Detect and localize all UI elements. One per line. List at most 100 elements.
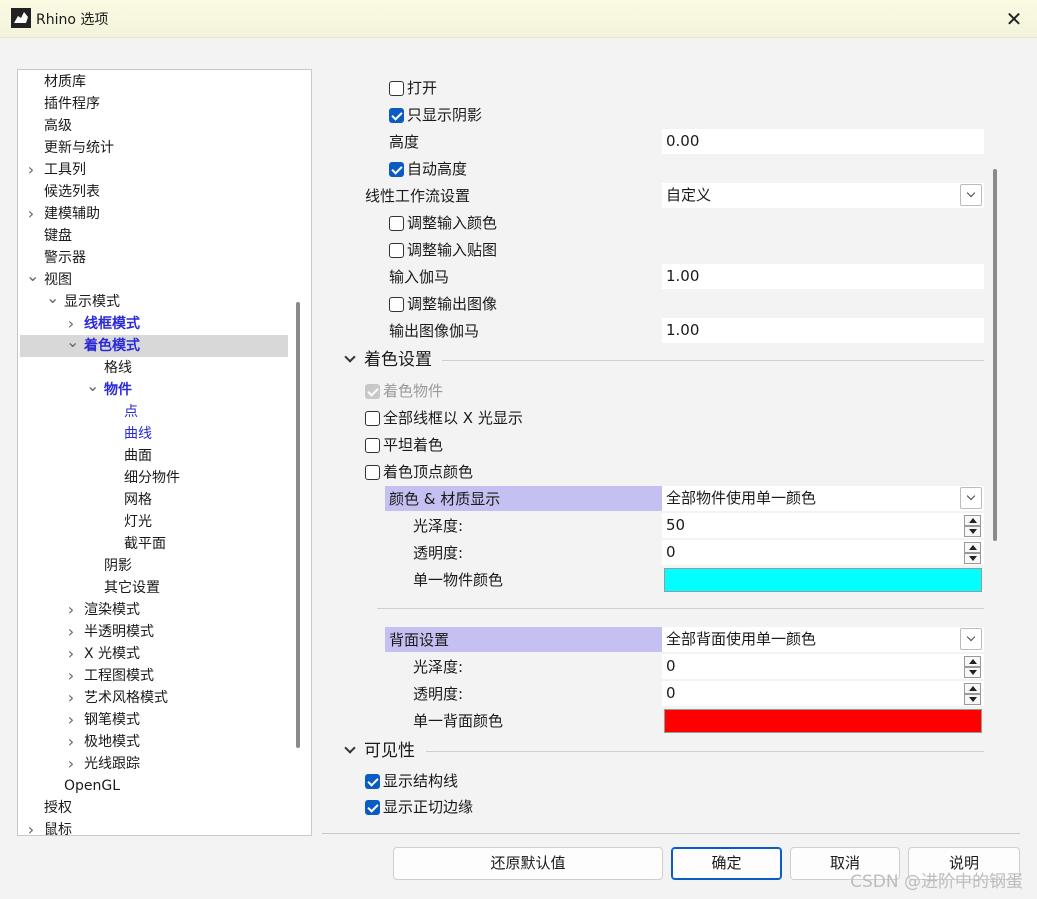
flat-shading-checkbox[interactable] [365,438,380,453]
gloss-field[interactable]: 50 [662,513,984,538]
chevron-right-icon[interactable]: › [66,731,76,753]
linear-workflow-select[interactable]: 自定义 [662,183,984,208]
open-checkbox[interactable] [389,81,404,96]
spin-down-icon[interactable] [964,553,981,564]
spin-down-icon[interactable] [964,667,981,678]
visibility-section-header[interactable]: 可见性 [364,738,415,764]
chevron-right-icon[interactable]: › [26,203,36,225]
panel-scrollbar[interactable] [993,169,997,541]
input-gamma-field[interactable]: 1.00 [662,264,984,289]
auto-height-checkbox[interactable] [389,162,404,177]
chevron-down-icon[interactable]: ⌄ [66,334,79,357]
options-tree[interactable]: 材质库 插件程序 高级 更新与统计 › 工具列 候选列表 › 建模辅助 键盘 警示器 ⌄ 视图 ⌄ 显示模式… [17,69,312,836]
tree-item[interactable]: 阴影 [104,555,132,577]
tree-item[interactable]: 渲染模式 [84,599,140,621]
tree-scrollbar[interactable] [296,302,300,748]
chevron-right-icon[interactable]: › [26,819,36,835]
tree-item[interactable]: 建模辅助 [44,203,100,225]
back-transparency-spinner[interactable] [964,683,981,705]
spin-down-icon[interactable] [964,526,981,537]
tree-item[interactable]: 显示模式 [64,291,120,313]
chevron-down-icon[interactable]: ⌄ [26,268,39,291]
chevron-right-icon[interactable]: › [66,599,76,621]
tree-item[interactable]: 键盘 [44,225,72,247]
restore-defaults-button[interactable]: 还原默认值 [393,847,663,880]
back-transparency-field[interactable]: 0 [662,681,984,706]
spin-down-icon[interactable] [964,694,981,705]
color-material-label: 颜色 & 材质显示 [389,490,501,508]
vertex-colors-checkbox[interactable] [365,465,380,480]
single-object-color-swatch[interactable] [664,568,982,592]
tree-item[interactable]: 高级 [44,115,72,137]
adjust-output-image-checkbox[interactable] [389,297,404,312]
tree-item[interactable]: 半透明模式 [84,621,154,643]
tree-item[interactable]: 材质库 [44,71,86,93]
tree-item[interactable]: 工具列 [44,159,86,181]
chevron-down-icon[interactable] [960,184,982,206]
single-back-color-swatch[interactable] [664,709,982,733]
backface-select[interactable]: 全部背面使用单一颜色 [662,627,984,652]
tree-item[interactable]: 线框模式 [84,313,140,335]
chevron-down-icon[interactable] [960,487,982,509]
chevron-right-icon[interactable]: › [66,687,76,709]
tree-item[interactable]: 灯光 [124,511,152,533]
color-material-select[interactable]: 全部物件使用单一颜色 [662,486,984,511]
back-color-label: 单一背面颜色 [413,712,504,730]
gloss-spinner[interactable] [964,515,981,537]
tree-item[interactable]: 候选列表 [44,181,100,203]
tree-item[interactable]: 钢笔模式 [84,709,140,731]
tree-item[interactable]: 艺术风格模式 [84,687,168,709]
chevron-right-icon[interactable]: › [66,753,76,775]
chevron-down-icon[interactable]: ⌄ [46,290,59,313]
back-gloss-field[interactable]: 0 [662,654,984,679]
adjust-input-color-checkbox[interactable] [389,216,404,231]
tree-item[interactable]: 网格 [124,489,152,511]
tree-item[interactable]: 鼠标 [44,819,72,835]
tree-item[interactable]: 极地模式 [84,731,140,753]
tree-item[interactable]: OpenGL [64,775,120,797]
chevron-down-icon[interactable] [343,738,357,764]
window-title: Rhino 选项 [36,12,109,28]
tree-item[interactable]: 其它设置 [104,577,160,599]
chevron-down-icon[interactable]: ⌄ [86,378,99,401]
chevron-right-icon[interactable]: › [66,665,76,687]
spin-up-icon[interactable] [964,683,981,694]
tree-item[interactable]: 授权 [44,797,72,819]
tree-item[interactable]: 物件 [104,379,132,401]
output-gamma-field[interactable]: 1.00 [662,318,984,343]
tree-item[interactable]: 曲线 [124,423,152,445]
show-tangent-edges-checkbox[interactable] [365,800,380,815]
tree-item[interactable]: 细分物件 [124,467,180,489]
show-isocurves-checkbox[interactable] [365,774,380,789]
back-gloss-spinner[interactable] [964,656,981,678]
close-icon[interactable]: ✕ [991,0,1037,38]
tree-item[interactable]: 曲面 [124,445,152,467]
shading-section-header[interactable]: 着色设置 [364,347,432,373]
tree-item[interactable]: X 光模式 [84,643,140,665]
chevron-right-icon[interactable]: › [26,159,36,181]
tree-item[interactable]: 点 [124,401,138,423]
transparency-field[interactable]: 0 [662,540,984,565]
tree-item[interactable]: 格线 [104,357,132,379]
tree-item[interactable]: 警示器 [44,247,86,269]
xray-wires-checkbox[interactable] [365,411,380,426]
chevron-down-icon[interactable] [960,628,982,650]
shadow-only-checkbox[interactable] [389,108,404,123]
tree-item[interactable]: 更新与统计 [44,137,114,159]
chevron-right-icon[interactable]: › [66,709,76,731]
height-field[interactable]: 0.00 [662,129,984,154]
tree-item[interactable]: 光线跟踪 [84,753,140,775]
adjust-input-texture-checkbox[interactable] [389,243,404,258]
spin-up-icon[interactable] [964,542,981,553]
tree-item[interactable]: 截平面 [124,533,166,555]
tree-item[interactable]: 着色模式 [84,335,140,357]
tree-item[interactable]: 插件程序 [44,93,100,115]
tree-item[interactable]: 工程图模式 [84,665,154,687]
spin-up-icon[interactable] [964,515,981,526]
chevron-right-icon[interactable]: › [66,643,76,665]
transparency-spinner[interactable] [964,542,981,564]
chevron-down-icon[interactable] [343,347,357,373]
spin-up-icon[interactable] [964,656,981,667]
chevron-right-icon[interactable]: › [66,621,76,643]
ok-button[interactable]: 确定 [671,847,782,880]
